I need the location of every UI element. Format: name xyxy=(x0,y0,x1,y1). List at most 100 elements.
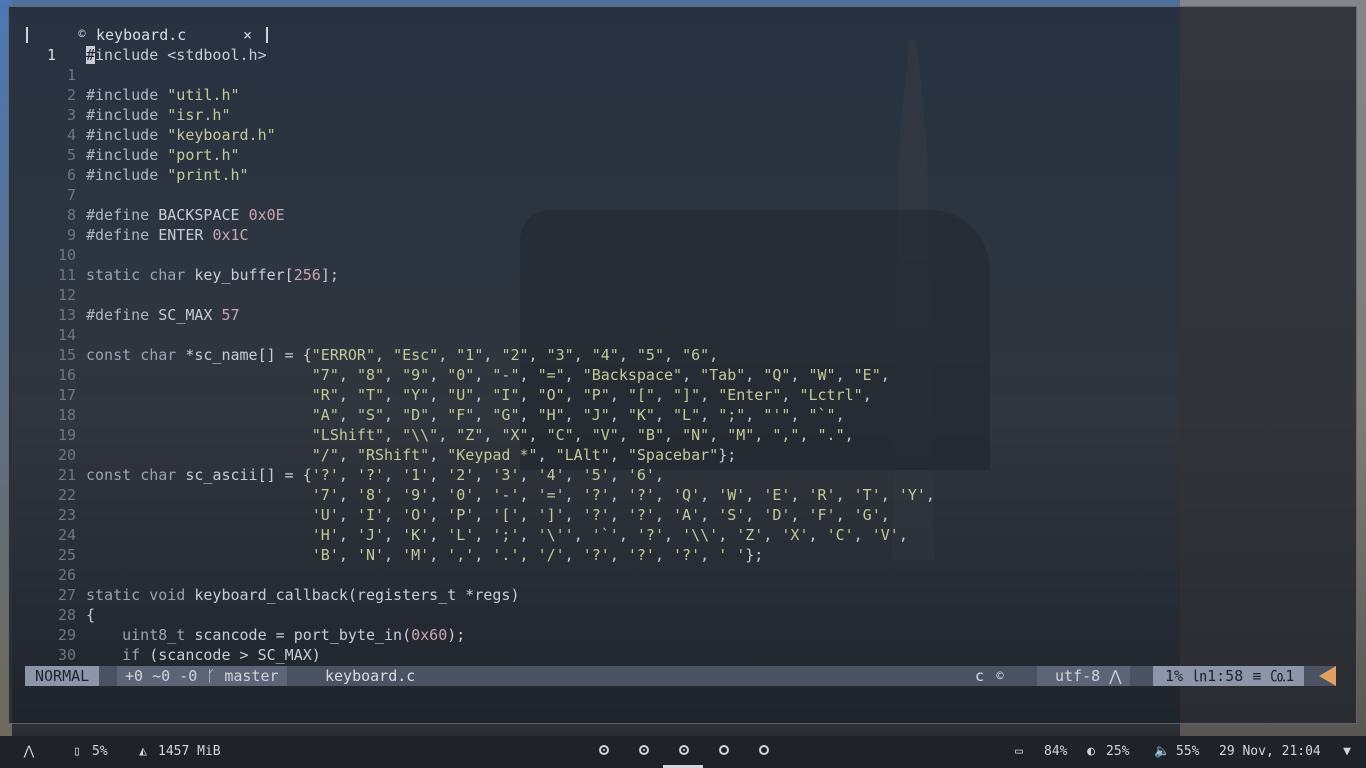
line-number: 3 xyxy=(66,106,76,124)
brightness-status[interactable]: ◐ 25% xyxy=(1084,736,1129,768)
code-text[interactable]: #include "print.h" xyxy=(86,165,249,185)
battery-status: ▭ 84% xyxy=(1012,736,1067,768)
statusline-end-cap xyxy=(1319,666,1336,686)
c-language-icon: © xyxy=(996,669,1004,683)
tab-separator xyxy=(266,27,268,43)
line-number: 28 xyxy=(57,606,76,624)
code-text[interactable]: 'H', 'J', 'K', 'L', ';', '\'', '`', '?',… xyxy=(86,525,908,545)
workspace-1[interactable] xyxy=(599,745,609,755)
code-text[interactable]: #include "keyboard.h" xyxy=(86,125,276,145)
line-number: 16 xyxy=(57,366,76,384)
volume-icon: 🔈 xyxy=(1154,744,1171,759)
clock[interactable]: 29 Nov, 21:04 xyxy=(1219,736,1321,768)
line-number: 18 xyxy=(57,406,76,424)
code-text[interactable]: static char key_buffer[256]; xyxy=(86,265,339,285)
line-number: 20 xyxy=(57,446,76,464)
code-text[interactable]: '7', '8', '9', '0', '-', '=', '?', '?', … xyxy=(86,485,935,505)
line-number: 19 xyxy=(57,426,76,444)
line-number: 23 xyxy=(57,506,76,524)
code-text[interactable]: #define BACKSPACE 0x0E xyxy=(86,205,285,225)
code-text[interactable]: uint8_t scancode = port_byte_in(0x60); xyxy=(86,625,465,645)
workspace-2[interactable] xyxy=(639,745,649,755)
code-text[interactable]: "R", "T", "Y", "U", "I", "O", "P", "[", … xyxy=(86,385,872,405)
workspace-5[interactable] xyxy=(759,745,769,755)
wifi-status[interactable]: ▼ xyxy=(1340,736,1362,768)
disk-value: 5% xyxy=(92,744,108,759)
line-number: 21 xyxy=(57,466,76,484)
statusline-filename: keyboard.c xyxy=(325,667,416,685)
code-text[interactable]: "A", "S", "D", "F", "G", "H", "J", "K", … xyxy=(86,405,845,425)
column-icon: ≡ ㏇ xyxy=(1252,667,1286,685)
code-text[interactable]: #include "isr.h" xyxy=(86,105,231,125)
launcher-button[interactable]: ⋀ xyxy=(22,736,44,768)
line-number: 2 xyxy=(66,86,76,104)
code-text[interactable]: if (scancode > SC_MAX) xyxy=(86,645,321,665)
code-text[interactable]: const char sc_ascii[] = {'?', '?', '1', … xyxy=(86,465,664,485)
column-position: 1 xyxy=(1285,667,1295,685)
line-number: 13 xyxy=(57,306,76,324)
workspace-4[interactable] xyxy=(719,745,729,755)
volume-value: 55% xyxy=(1176,744,1200,759)
line-number: 26 xyxy=(57,566,76,584)
line-number: 17 xyxy=(57,386,76,404)
c-language-icon: © xyxy=(78,27,86,41)
encoding: utf-8 ⋀ xyxy=(1037,666,1130,686)
code-text[interactable]: 'U', 'I', 'O', 'P', '[', ']', '?', '?', … xyxy=(86,505,890,525)
line-number: 5 xyxy=(66,146,76,164)
line-number: 7 xyxy=(66,186,76,204)
code-text[interactable]: { xyxy=(86,605,95,625)
brightness-icon: ◐ xyxy=(1087,744,1095,759)
line-number: 1 xyxy=(46,46,56,64)
disk-icon: ▯ xyxy=(73,744,81,759)
battery-icon: ▭ xyxy=(1015,744,1023,759)
code-text[interactable]: 'B', 'N', 'M', ',', '.', '/', '?', '?', … xyxy=(86,545,764,565)
code-text[interactable]: "LShift", "\\", "Z", "X", "C", "V", "B",… xyxy=(86,425,854,445)
line-number: 30 xyxy=(57,646,76,664)
memory-usage: ◭ 1457 MiB xyxy=(136,736,221,768)
code-text[interactable]: const char *sc_name[] = {"ERROR", "Esc",… xyxy=(86,345,718,365)
brightness-value: 25% xyxy=(1106,744,1130,759)
line-position: 1:58 xyxy=(1207,667,1244,685)
line-number: 12 xyxy=(57,286,76,304)
line-number: 22 xyxy=(57,486,76,504)
terminal-window[interactable]: © keyboard.c × 1 #include <stdbool.h> 1 2 #i… xyxy=(8,6,1357,724)
line-number: 11 xyxy=(57,266,76,284)
volume-status[interactable]: 🔈 55% xyxy=(1154,736,1199,768)
code-text[interactable]: #define SC_MAX 57 xyxy=(86,305,240,325)
memory-icon: ◭ xyxy=(139,744,147,759)
code-text[interactable]: #define ENTER 0x1C xyxy=(86,225,249,245)
code-text[interactable]: #include "util.h" xyxy=(86,85,240,105)
line-number: 4 xyxy=(66,126,76,144)
line-number: 24 xyxy=(57,526,76,544)
code-text[interactable]: #include <stdbool.h> xyxy=(86,45,267,65)
code-text[interactable]: #include "port.h" xyxy=(86,145,240,165)
git-status: +0 ~0 -0 ᚴ master xyxy=(117,666,287,686)
line-number: 1 xyxy=(66,66,76,84)
filetype: c xyxy=(975,667,985,685)
close-icon[interactable]: × xyxy=(243,25,252,45)
line-icon: ㏑ xyxy=(1192,667,1208,685)
line-number: 27 xyxy=(57,586,76,604)
git-diff: +0 ~0 -0 xyxy=(125,667,198,685)
line-number: 6 xyxy=(66,166,76,184)
taskbar: ⋀ ▯ 5% ◭ 1457 MiB ▭ 84% ◐ 25% 🔈 55% 29 Nov, 2… xyxy=(0,736,1366,768)
line-number: 29 xyxy=(57,626,76,644)
tab-filename[interactable]: keyboard.c xyxy=(96,25,186,45)
mode-indicator: NORMAL xyxy=(25,666,100,686)
git-branch: master xyxy=(224,667,279,685)
tab-separator xyxy=(26,27,28,43)
arch-linux-icon: ⋀ xyxy=(1109,667,1122,685)
line-number: 9 xyxy=(66,226,76,244)
cursor-position: 1% ㏑1:58 ≡ ㏇1 xyxy=(1153,666,1305,686)
vim-statusline: NORMAL +0 ~0 -0 ᚴ master keyboard.c c © … xyxy=(25,666,1336,686)
line-number: 15 xyxy=(57,346,76,364)
code-text[interactable]: "/", "RShift", "Keypad *", "LAlt", "Spac… xyxy=(86,445,736,465)
code-text[interactable]: static void keyboard_callback(registers_… xyxy=(86,585,519,605)
line-number: 25 xyxy=(57,546,76,564)
code-text[interactable]: "7", "8", "9", "0", "-", "=", "Backspace… xyxy=(86,365,890,385)
vim-tabline: © keyboard.c × xyxy=(9,25,1356,47)
workspace-3-active[interactable] xyxy=(679,745,689,755)
encoding-label: utf-8 xyxy=(1055,667,1101,685)
disk-usage: ▯ 5% xyxy=(70,736,108,768)
percent: 1% xyxy=(1165,667,1184,685)
